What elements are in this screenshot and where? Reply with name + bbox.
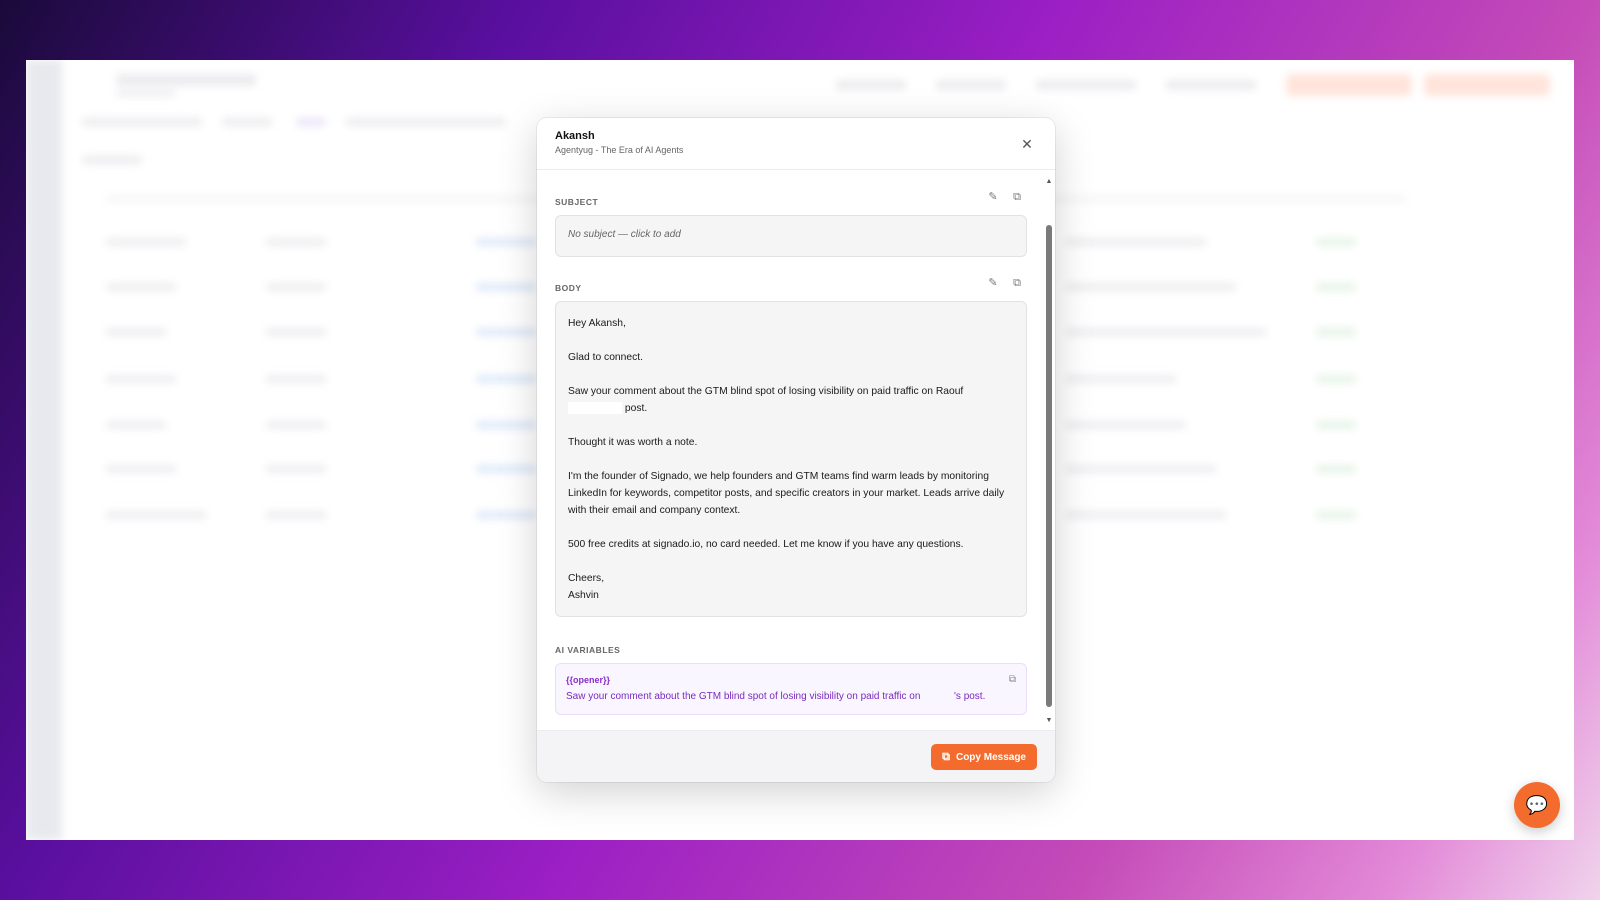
ai-variable-name: {{opener}} bbox=[566, 675, 611, 685]
scroll-up-arrow-icon[interactable]: ▲ bbox=[1045, 178, 1053, 185]
body-text: Cheers, bbox=[568, 573, 605, 584]
copy-message-label: Copy Message bbox=[955, 751, 1026, 763]
ai-variable-text: Saw your comment about the GTM blind spo… bbox=[566, 691, 921, 702]
body-line: Saw your comment about the GTM blind spo… bbox=[568, 383, 1014, 417]
body-text: post. bbox=[624, 403, 648, 414]
modal-footer: ⧉ Copy Message bbox=[537, 730, 1055, 782]
body-line: Glad to connect. bbox=[568, 352, 643, 363]
contact-name: Akansh bbox=[555, 130, 595, 142]
subject-field[interactable]: No subject — click to add bbox=[555, 215, 1027, 257]
ai-variables-label: AI VARIABLES bbox=[555, 645, 621, 655]
body-line: Cheers, Ashvin bbox=[568, 570, 1014, 604]
ai-variable-card: {{opener}} Saw your comment about the GT… bbox=[555, 663, 1027, 715]
scroll-down-arrow-icon[interactable]: ▼ bbox=[1045, 717, 1053, 724]
modal-header: Akansh Agentyug - The Era of AI Agents ✕ bbox=[537, 118, 1055, 170]
body-line: I'm the founder of Signado, we help foun… bbox=[568, 471, 1005, 516]
copy-icon: ⧉ bbox=[942, 750, 950, 763]
scroll-thumb[interactable] bbox=[1046, 225, 1052, 707]
modal-body: SUBJECT ✎ ⧉ No subject — click to add BO… bbox=[537, 171, 1045, 730]
body-line: Hey Akansh, bbox=[568, 318, 626, 329]
ai-variables-header: AI VARIABLES bbox=[555, 640, 1027, 655]
copy-variable-icon[interactable]: ⧉ bbox=[1009, 674, 1016, 685]
ai-variable-text: 's post. bbox=[954, 691, 986, 702]
close-icon[interactable]: ✕ bbox=[1019, 136, 1035, 152]
chat-bubble-icon[interactable]: 💬 bbox=[1514, 782, 1560, 828]
body-line: Thought it was worth a note. bbox=[568, 437, 698, 448]
body-field[interactable]: Hey Akansh, Glad to connect. Saw your co… bbox=[555, 301, 1027, 617]
contact-company: Agentyug - The Era of AI Agents bbox=[555, 145, 684, 155]
modal-scrollbar[interactable]: ▲ ▼ bbox=[1045, 178, 1053, 724]
body-text: Saw your comment about the GTM blind spo… bbox=[568, 386, 964, 397]
redacted-name bbox=[568, 402, 622, 415]
subject-placeholder: No subject — click to add bbox=[568, 229, 681, 240]
body-header: BODY ✎ ⧉ bbox=[555, 277, 1027, 293]
body-text: Ashvin bbox=[568, 590, 599, 601]
copy-subject-icon[interactable]: ⧉ bbox=[1011, 191, 1023, 203]
subject-label: SUBJECT bbox=[555, 197, 599, 207]
edit-body-pencil-icon[interactable]: ✎ bbox=[987, 277, 999, 289]
redacted-name bbox=[923, 691, 952, 702]
subject-header: SUBJECT ✎ ⧉ bbox=[555, 191, 1027, 207]
message-modal: Akansh Agentyug - The Era of AI Agents ✕… bbox=[537, 118, 1055, 782]
edit-subject-pencil-icon[interactable]: ✎ bbox=[987, 191, 999, 203]
app-window: Akansh Agentyug - The Era of AI Agents ✕… bbox=[26, 60, 1574, 840]
body-label: BODY bbox=[555, 283, 582, 293]
copy-message-button[interactable]: ⧉ Copy Message bbox=[931, 744, 1037, 770]
ai-variable-value: Saw your comment about the GTM blind spo… bbox=[566, 691, 1016, 702]
copy-body-icon[interactable]: ⧉ bbox=[1011, 277, 1023, 289]
body-line: 500 free credits at signado.io, no card … bbox=[568, 539, 964, 550]
